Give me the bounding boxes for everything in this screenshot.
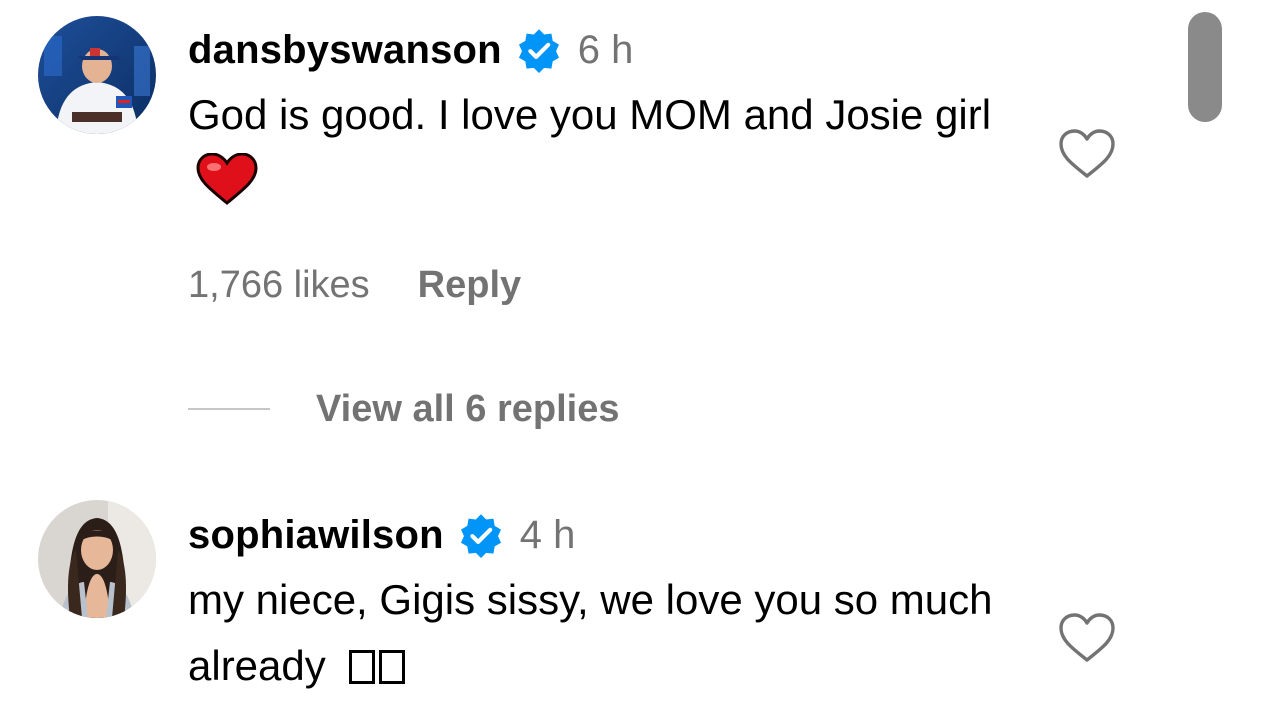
baseball-player-avatar-icon (38, 16, 156, 134)
comment-username[interactable]: dansbyswanson (188, 28, 502, 73)
heart-outline-icon (1059, 129, 1115, 178)
comments-panel: dansbyswanson 6 h God is good. I love yo… (0, 0, 1280, 720)
red-heart-emoji-icon (196, 153, 258, 205)
woman-avatar-icon (38, 500, 156, 618)
heart-outline-icon (1059, 613, 1115, 662)
avatar[interactable] (38, 500, 156, 618)
divider (188, 408, 270, 410)
reply-button[interactable]: Reply (418, 264, 521, 307)
verified-badge-icon (518, 29, 559, 73)
comment-text: my niece, Gigis sissy, we love you so mu… (188, 567, 1048, 699)
comment-text-content: my niece, Gigis sissy, we love you so mu… (188, 576, 993, 689)
view-replies-button[interactable]: View all 6 replies (188, 384, 619, 434)
comment-username[interactable]: sophiawilson (188, 513, 444, 558)
missing-glyph-boxes-icon (337, 642, 406, 689)
comment-timestamp: 4 h (519, 512, 576, 557)
scrollbar-thumb[interactable] (1188, 12, 1222, 122)
view-replies-label: View all 6 replies (316, 387, 620, 430)
like-button[interactable] (1058, 128, 1116, 180)
comment-text-content: God is good. I love you MOM and Josie gi… (188, 91, 992, 138)
like-button[interactable] (1058, 612, 1116, 664)
verified-badge-icon (460, 514, 501, 558)
comment-text: God is good. I love you MOM and Josie gi… (188, 82, 1048, 214)
likes-count[interactable]: 1,766 likes (188, 264, 370, 307)
avatar[interactable] (38, 16, 156, 134)
comment-timestamp: 6 h (577, 27, 634, 72)
